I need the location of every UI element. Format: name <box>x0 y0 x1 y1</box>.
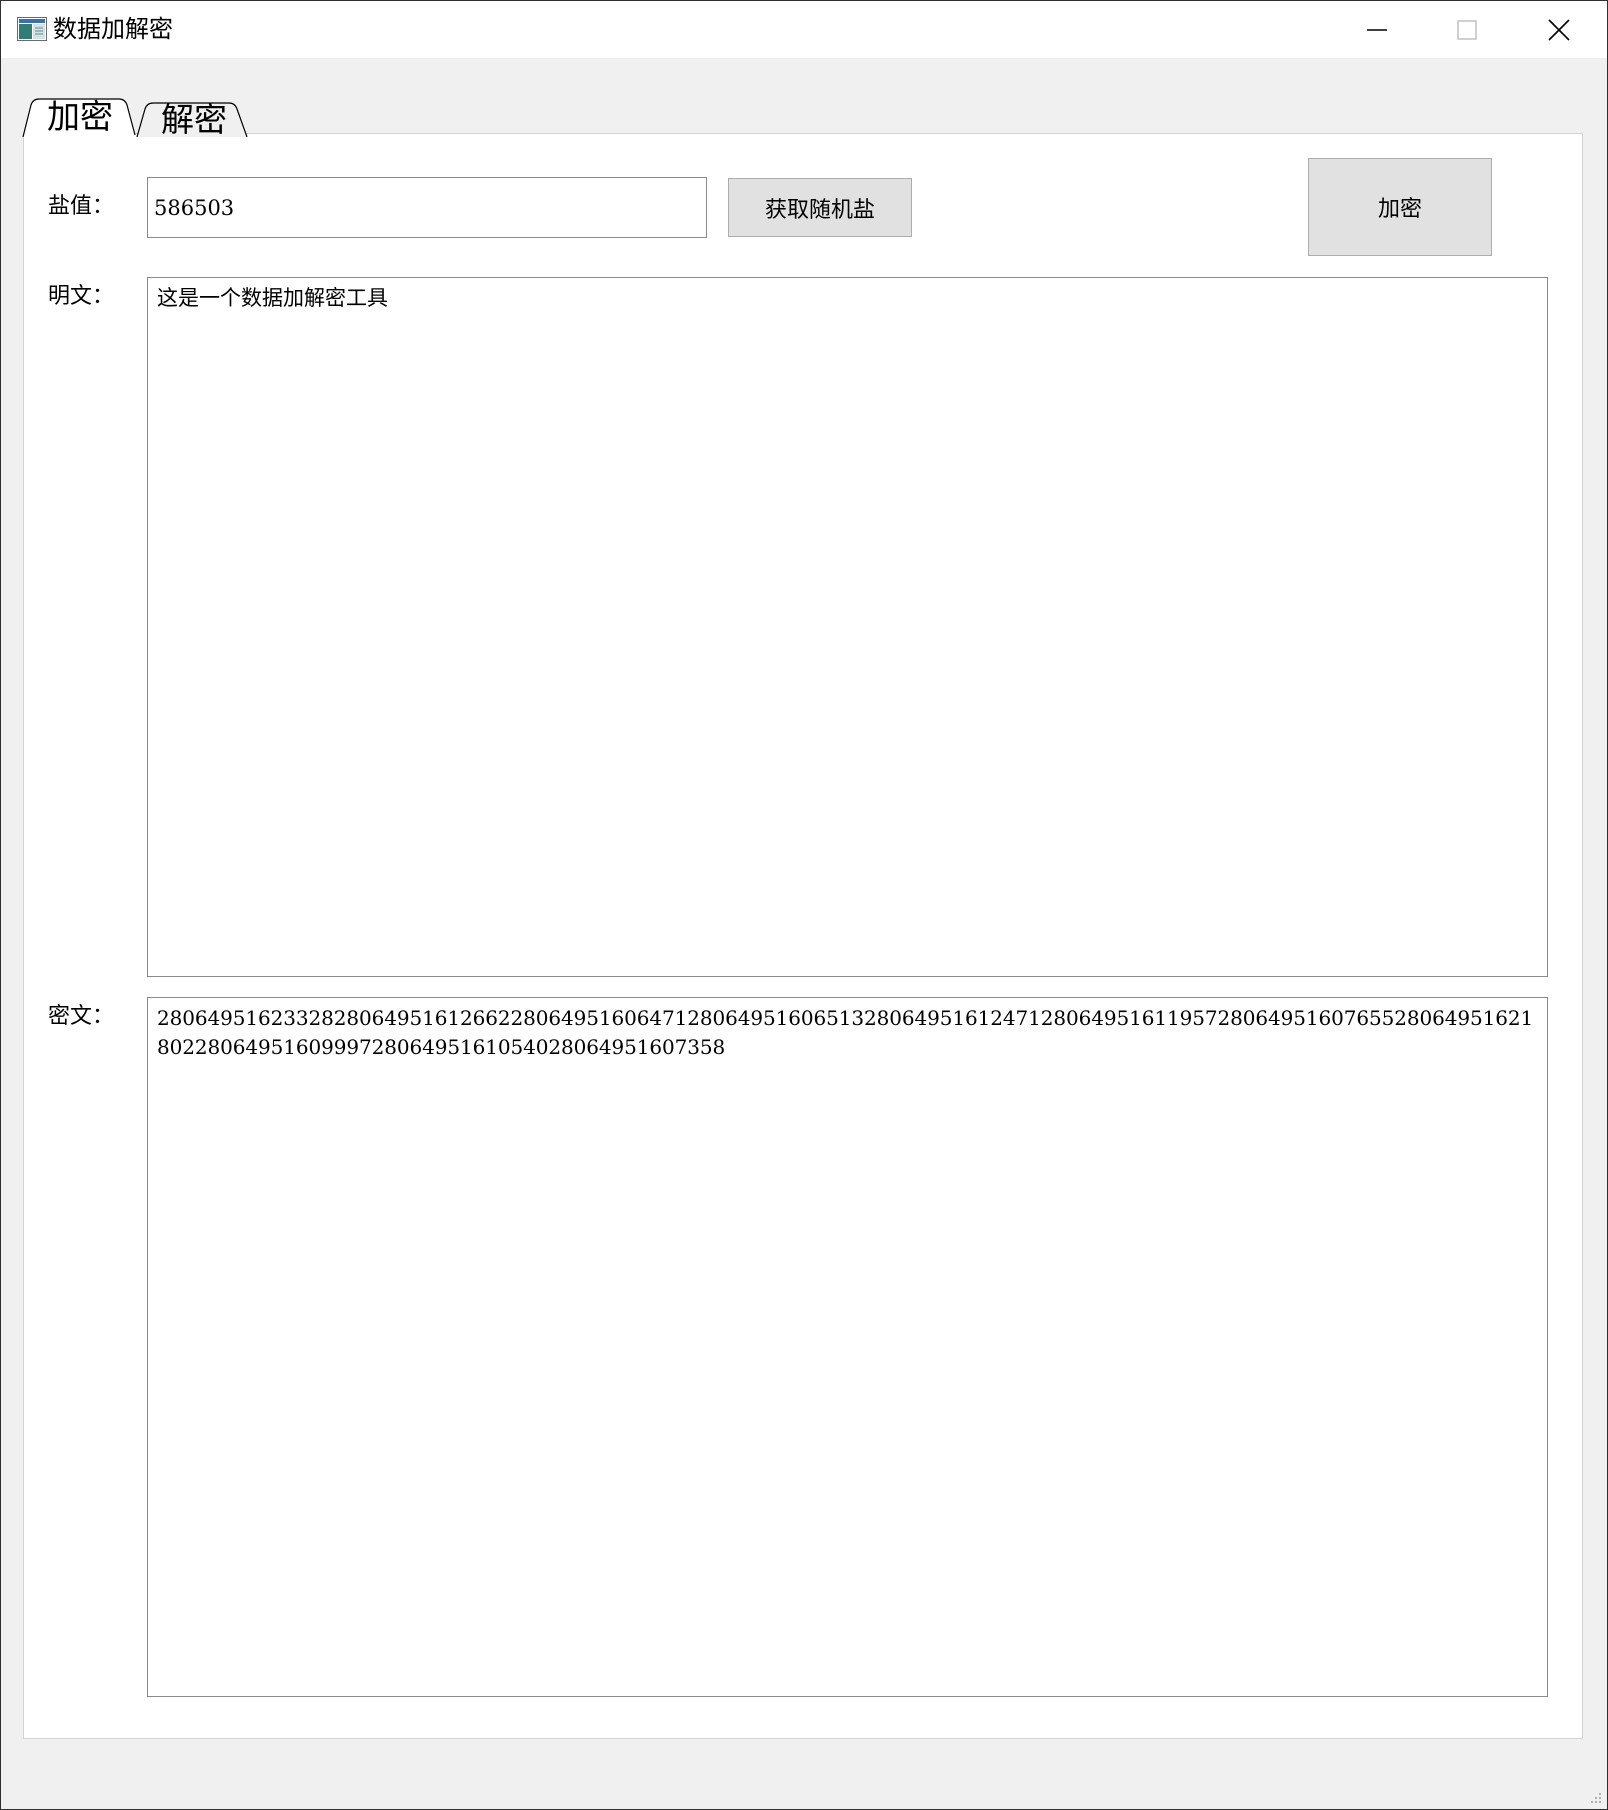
close-button[interactable] <box>1513 1 1605 58</box>
encrypt-button[interactable]: 加密 <box>1308 158 1492 256</box>
plaintext-textarea[interactable]: 这是一个数据加解密工具 <box>147 277 1548 977</box>
random-salt-button[interactable]: 获取随机盐 <box>728 178 912 237</box>
title-bar[interactable]: 数据加解密 <box>1 1 1607 58</box>
tab-encrypt-label: 加密 <box>47 97 113 136</box>
ciphertext-textarea[interactable]: 2806495162332828064951612662280649516064… <box>147 997 1548 1697</box>
tab-decrypt[interactable]: 解密 <box>135 100 249 139</box>
maximize-icon <box>1457 19 1477 40</box>
plaintext-label: 明文： <box>48 284 115 309</box>
salt-input[interactable] <box>147 177 707 238</box>
tab-encrypt[interactable]: 加密 <box>21 97 139 137</box>
encrypt-tab-panel: 盐值： 获取随机盐 加密 明文： 这是一个数据加解密工具 密文： 2806495… <box>23 133 1583 1739</box>
minimize-button[interactable] <box>1331 1 1423 58</box>
minimize-icon <box>1367 28 1387 31</box>
ciphertext-label: 密文： <box>48 1004 115 1029</box>
resize-grip-icon[interactable] <box>1589 1791 1603 1805</box>
maximize-button[interactable] <box>1421 1 1513 58</box>
app-window-icon <box>17 17 47 41</box>
close-icon <box>1548 18 1570 41</box>
app-window: 数据加解密 盐值： 获取随机盐 加密 明文： 这是一个数据加解密工具 密文： 2… <box>0 0 1608 1810</box>
salt-label: 盐值： <box>48 194 115 219</box>
tab-decrypt-label: 解密 <box>161 100 227 139</box>
window-title: 数据加解密 <box>53 15 173 43</box>
